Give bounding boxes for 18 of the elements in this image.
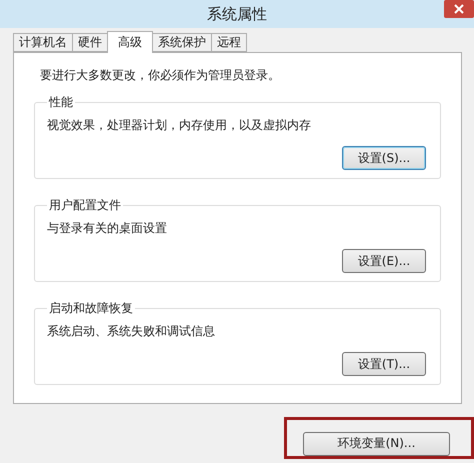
- group-description: 系统启动、系统失败和调试信息: [47, 323, 216, 340]
- group-title: 用户配置文件: [48, 197, 122, 214]
- window-title: 系统属性: [207, 4, 267, 24]
- group-title: 启动和故障恢复: [48, 300, 134, 317]
- close-icon[interactable]: [444, 0, 474, 18]
- settings-button[interactable]: 设置(T)...: [342, 352, 426, 376]
- settings-button[interactable]: 设置(E)...: [342, 249, 426, 273]
- group-title: 性能: [48, 94, 74, 111]
- admin-notice: 要进行大多数更改，你必须作为管理员登录。: [40, 67, 281, 84]
- environment-variables-button[interactable]: 环境变量(N)...: [303, 432, 450, 456]
- tab[interactable]: 远程: [211, 33, 247, 52]
- tab[interactable]: 高级: [107, 31, 153, 53]
- group-description: 视觉效果，处理器计划，内存使用，以及虚拟内存: [47, 117, 312, 134]
- group-description: 与登录有关的桌面设置: [47, 220, 168, 237]
- settings-button[interactable]: 设置(S)...: [342, 146, 426, 170]
- tab[interactable]: 系统保护: [152, 33, 212, 52]
- tab[interactable]: 计算机名: [13, 33, 73, 52]
- tab[interactable]: 硬件: [72, 33, 108, 52]
